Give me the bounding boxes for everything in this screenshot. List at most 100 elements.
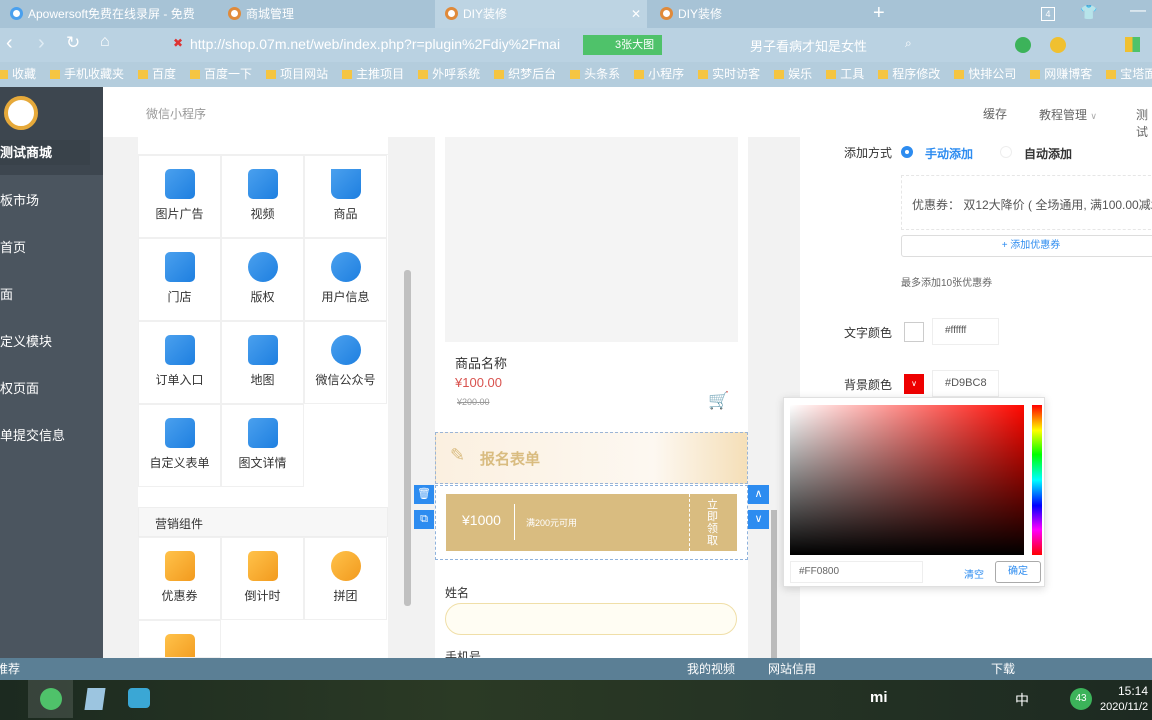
component-countdown[interactable]: 倒计时 bbox=[221, 537, 304, 620]
tab-diy-active[interactable]: DIY装修 ✕ bbox=[435, 0, 647, 28]
bookmark[interactable]: 百度 bbox=[138, 62, 176, 87]
refresh-icon[interactable]: ↻ bbox=[66, 33, 80, 53]
component-user-info[interactable]: 用户信息 bbox=[304, 238, 387, 321]
close-tab-icon[interactable]: ✕ bbox=[631, 0, 641, 28]
coupon-claim-button[interactable]: 立即领取 bbox=[707, 499, 719, 547]
clock-date[interactable]: 2020/11/2 bbox=[1100, 701, 1148, 713]
color-hex-input[interactable]: #FF0800 bbox=[790, 561, 923, 583]
bookmark[interactable]: 收藏 bbox=[0, 62, 36, 87]
component-copyright[interactable]: 版权 bbox=[221, 238, 304, 321]
cart-icon[interactable]: 🛒 bbox=[708, 391, 729, 411]
panel-scrollbar[interactable] bbox=[404, 270, 411, 606]
breadcrumb[interactable]: 微信小程序 bbox=[146, 105, 206, 122]
home-icon[interactable]: ⌂ bbox=[100, 33, 110, 51]
bookmark[interactable]: 程序修改 bbox=[878, 62, 940, 87]
coupon-card[interactable]: ¥1000 满200元可用 立即领取 bbox=[446, 494, 737, 551]
sidebar-item-form-submissions[interactable]: 表单提交信息 bbox=[0, 425, 65, 444]
coin-icon[interactable] bbox=[1050, 37, 1066, 53]
bookmark[interactable]: 工具 bbox=[826, 62, 864, 87]
bg-color-input[interactable]: #D9BC8 bbox=[932, 370, 999, 397]
bookmark[interactable]: 宝塔面板 bbox=[1106, 62, 1152, 87]
bookmark[interactable]: 外呼系统 bbox=[418, 62, 480, 87]
tutorial-menu[interactable]: 教程管理 ∨ bbox=[1039, 106, 1097, 123]
recorder-icon[interactable] bbox=[128, 688, 150, 708]
bookmark[interactable]: 快排公司 bbox=[954, 62, 1016, 87]
text-color-swatch[interactable] bbox=[904, 322, 924, 342]
hue-slider[interactable] bbox=[1032, 405, 1042, 555]
clock-time[interactable]: 15:14 bbox=[1118, 684, 1148, 698]
bookmark[interactable]: 百度一下 bbox=[190, 62, 252, 87]
component-live[interactable] bbox=[138, 620, 221, 658]
sidebar-item-template-market[interactable]: 模板市场 bbox=[0, 190, 39, 209]
tab-apowersoft[interactable]: Apowersoft免费在线录屏 - 免费 bbox=[0, 0, 215, 28]
component-goods[interactable]: 商品 bbox=[304, 155, 387, 238]
taskbar-browser[interactable] bbox=[28, 680, 73, 718]
tab-shop-admin[interactable]: 商城管理 bbox=[218, 0, 428, 28]
bookmark[interactable]: 实时访客 bbox=[698, 62, 760, 87]
move-up-icon[interactable]: ∧ bbox=[748, 485, 769, 504]
test-link[interactable]: 测试 bbox=[1136, 106, 1152, 140]
mode-auto[interactable]: 自动添加 bbox=[1024, 145, 1072, 162]
preview-scrollbar[interactable] bbox=[771, 510, 777, 658]
search-icon[interactable]: ⌕ bbox=[905, 36, 912, 51]
bookmark[interactable]: 娱乐 bbox=[774, 62, 812, 87]
translate-icon[interactable] bbox=[1015, 37, 1031, 53]
tab-count[interactable]: 4 bbox=[1041, 7, 1055, 21]
sidebar-item-auth-page[interactable]: 授权页面 bbox=[0, 378, 39, 397]
bookmark[interactable]: 网赚博客 bbox=[1030, 62, 1092, 87]
url-input[interactable]: http://shop.07m.net/web/index.php?r=plug… bbox=[190, 36, 560, 52]
bookmark[interactable]: 织梦后台 bbox=[494, 62, 556, 87]
minimize-icon[interactable]: — bbox=[1130, 2, 1146, 20]
radio-manual[interactable] bbox=[901, 146, 913, 158]
taskbar-app-icon[interactable] bbox=[84, 688, 106, 710]
radio-auto[interactable] bbox=[1000, 146, 1012, 158]
my-videos[interactable]: 我的视频 bbox=[687, 658, 735, 680]
status-recommend[interactable]: 推荐 bbox=[0, 658, 20, 680]
bookmark[interactable]: 主推项目 bbox=[342, 62, 404, 87]
name-input[interactable] bbox=[445, 603, 737, 635]
sidebar-item-custom-module[interactable]: 自定义模块 bbox=[0, 331, 52, 350]
apps-icon[interactable] bbox=[1125, 37, 1140, 52]
ime-indicator[interactable]: 中 bbox=[1015, 690, 1029, 710]
saturation-area[interactable] bbox=[790, 405, 1024, 555]
tab-diy[interactable]: DIY装修 bbox=[650, 0, 860, 28]
component-coupon[interactable]: 优惠券 bbox=[138, 537, 221, 620]
sidebar-item-pages[interactable]: 页面 bbox=[0, 284, 13, 303]
delete-icon[interactable]: 🗑 bbox=[414, 485, 434, 504]
confirm-button[interactable]: 确定 bbox=[995, 561, 1041, 583]
component-wechat-official[interactable]: 微信公众号 bbox=[304, 321, 387, 404]
bookmark[interactable]: 项目网站 bbox=[266, 62, 328, 87]
shop-name[interactable]: 测试商城 bbox=[0, 140, 90, 165]
bg-color-swatch[interactable]: ∨ bbox=[904, 374, 924, 394]
cache-link[interactable]: 缓存 bbox=[983, 105, 1007, 122]
form-title-banner[interactable]: ✎ 报名表单 bbox=[435, 432, 748, 484]
component-order-entry[interactable]: 订单入口 bbox=[138, 321, 221, 404]
component-image-ad[interactable]: 图片广告 bbox=[138, 155, 221, 238]
bookmark[interactable]: 小程序 bbox=[634, 62, 684, 87]
search-suggestion[interactable]: 男子看病才知是女性 bbox=[750, 36, 867, 55]
clear-button[interactable]: 清空 bbox=[964, 566, 984, 581]
mi-icon[interactable]: mi bbox=[870, 689, 888, 706]
bookmark[interactable]: 手机收藏夹 bbox=[50, 62, 124, 87]
component-store[interactable]: 门店 bbox=[138, 238, 221, 321]
text-color-input[interactable]: #ffffff bbox=[932, 318, 999, 345]
sidebar-item-home[interactable]: 首页 bbox=[0, 237, 26, 256]
component-video[interactable]: 视频 bbox=[221, 155, 304, 238]
site-credit[interactable]: 网站信用 bbox=[768, 658, 816, 680]
security-badge[interactable]: 43 bbox=[1070, 688, 1092, 710]
component-group-buy[interactable]: 拼团 bbox=[304, 537, 387, 620]
skin-icon[interactable]: 👕 bbox=[1080, 4, 1097, 21]
bookmark[interactable]: 头条系 bbox=[570, 62, 620, 87]
copy-icon[interactable]: ⧉ bbox=[414, 510, 434, 529]
coupon-item[interactable]: 优惠券： 双12大降价 ( 全场通用, 满100.00减2 bbox=[901, 175, 1152, 230]
downloads[interactable]: 下载 bbox=[991, 658, 1015, 680]
component-custom-form[interactable]: 自定义表单 bbox=[138, 404, 221, 487]
image-badge[interactable]: 3张大图 bbox=[583, 35, 662, 55]
mode-manual[interactable]: 手动添加 bbox=[925, 145, 973, 162]
component-rich-detail[interactable]: 图文详情 bbox=[221, 404, 304, 487]
move-down-icon[interactable]: ∨ bbox=[748, 510, 769, 529]
back-icon[interactable]: ‹ bbox=[6, 32, 13, 55]
new-tab-icon[interactable]: + bbox=[873, 2, 885, 25]
add-coupon-button[interactable]: + 添加优惠券 bbox=[901, 235, 1152, 257]
forward-icon[interactable]: › bbox=[38, 32, 45, 55]
